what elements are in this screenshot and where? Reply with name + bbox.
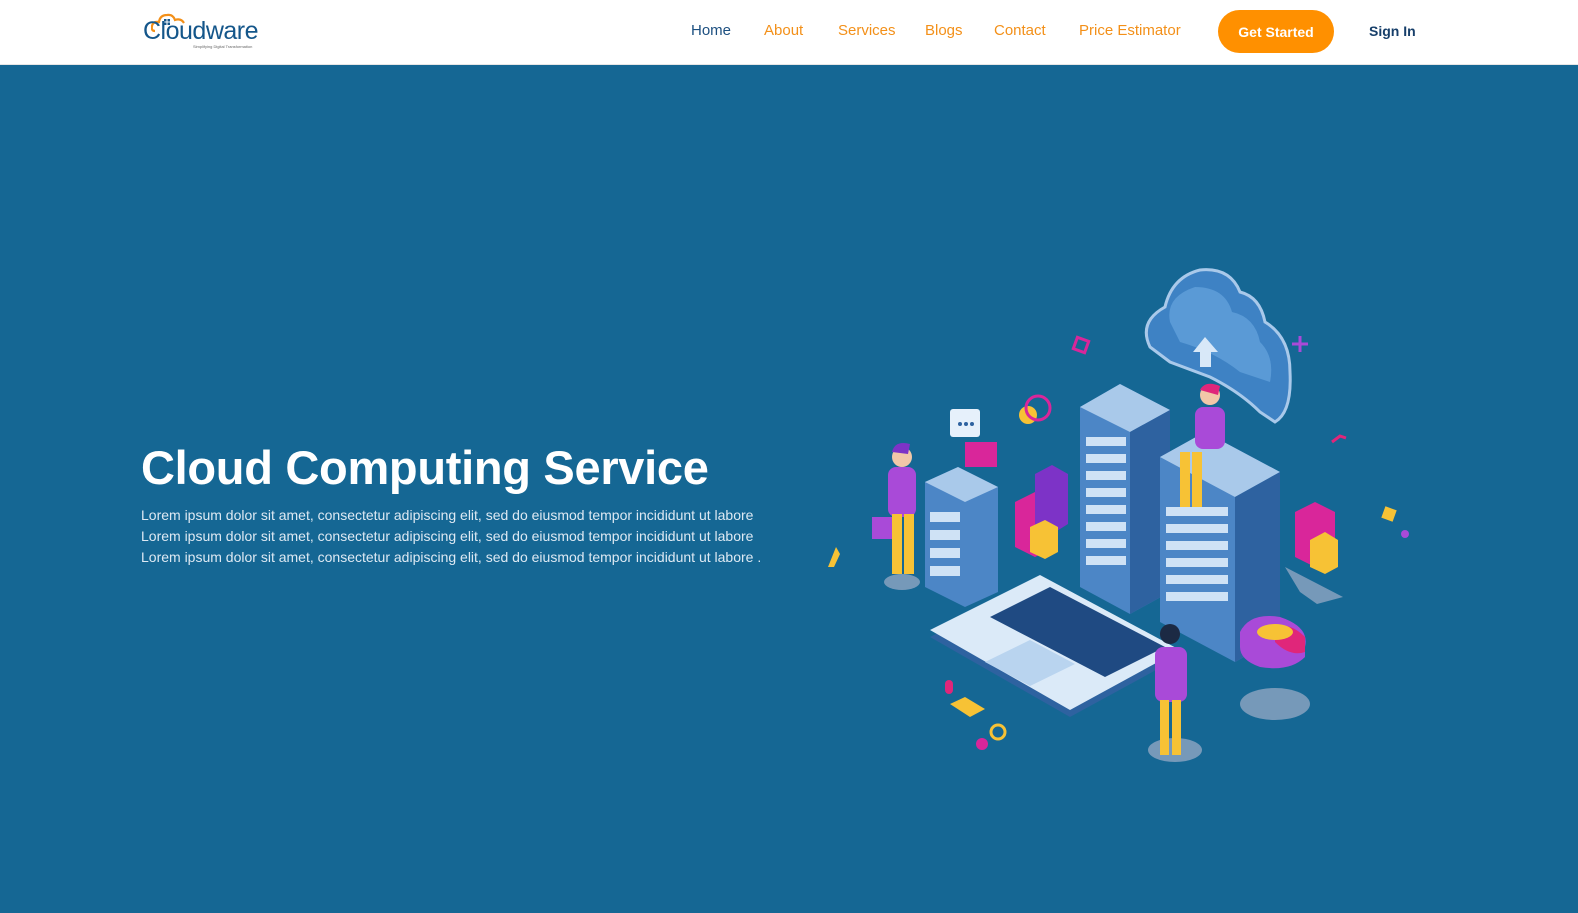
nav-home[interactable]: Home bbox=[691, 22, 731, 39]
nav-contact[interactable]: Contact bbox=[994, 22, 1046, 39]
nav-about[interactable]: About bbox=[764, 22, 803, 39]
sign-in-link[interactable]: Sign In bbox=[1369, 23, 1416, 39]
brand-name: Cloudware bbox=[143, 17, 259, 45]
hero-description: Lorem ipsum dolor sit amet, consectetur … bbox=[141, 507, 762, 565]
navbar: Cloudware Simplifying Digital Transforma… bbox=[0, 0, 1578, 65]
person-left bbox=[872, 443, 916, 574]
brand-logo[interactable]: Cloudware Simplifying Digital Transforma… bbox=[143, 11, 259, 51]
nav-services[interactable]: Services bbox=[838, 22, 896, 39]
get-started-button[interactable]: Get Started bbox=[1218, 10, 1334, 53]
nav-blogs[interactable]: Blogs bbox=[925, 22, 963, 39]
hero-title: Cloud Computing Service bbox=[141, 441, 709, 494]
brand-tagline: Simplifying Digital Transformation bbox=[193, 44, 253, 49]
cloud-computing-illustration bbox=[828, 268, 1409, 762]
nav-price-estimator[interactable]: Price Estimator bbox=[1079, 22, 1181, 39]
